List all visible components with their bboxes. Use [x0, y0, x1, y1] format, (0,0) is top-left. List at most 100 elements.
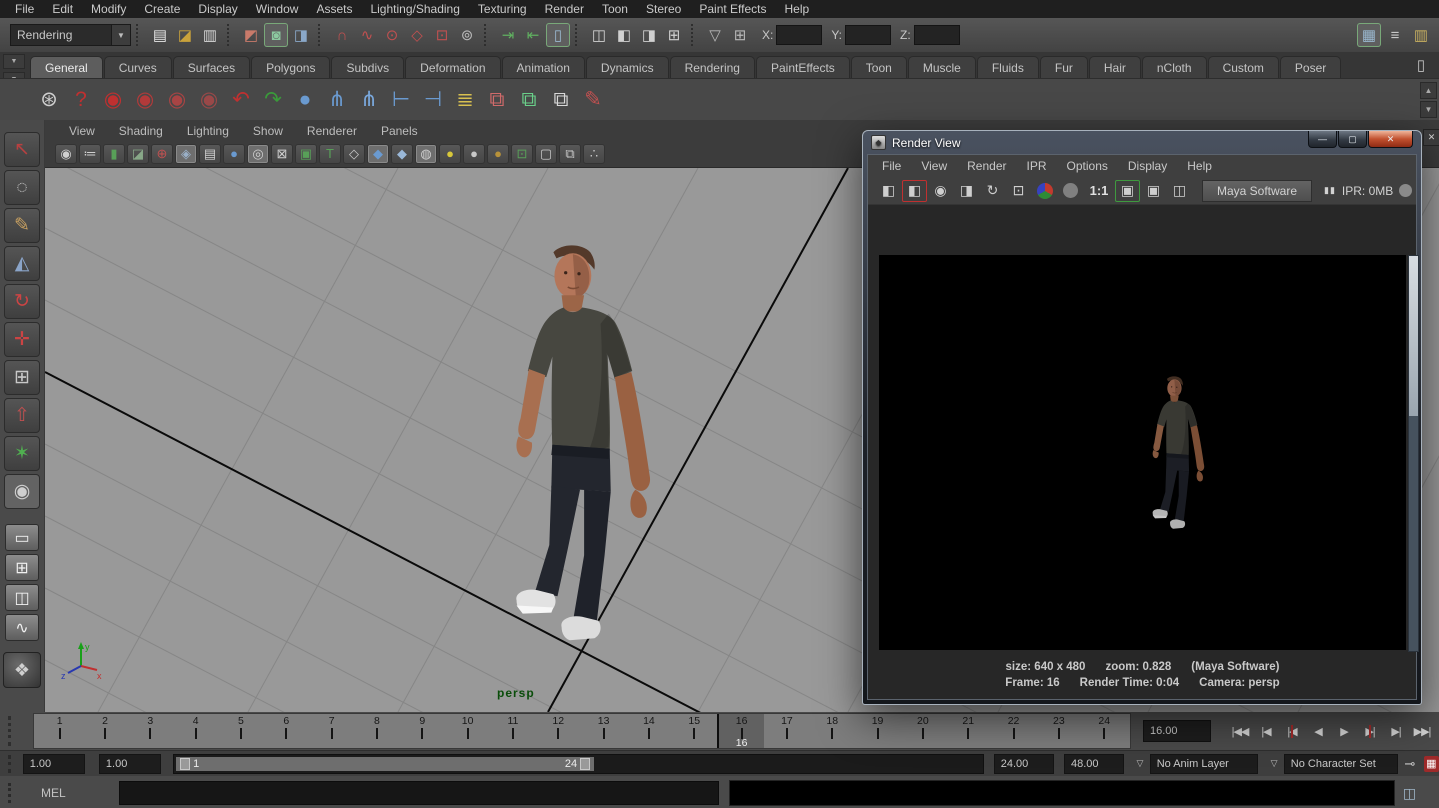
snap-to-view-planes-icon[interactable]: ⊡ — [430, 23, 454, 47]
shelf-options-icon[interactable]: ▼ — [3, 54, 25, 69]
render-view-menu-item[interactable]: File — [872, 159, 911, 173]
render-current-frame-button[interactable]: ◧ — [876, 180, 901, 202]
outliner-window-icon[interactable]: ≣ — [450, 84, 480, 116]
four-pane-layout-button[interactable]: ⊞ — [5, 554, 39, 581]
mel-input-field[interactable] — [119, 781, 719, 805]
close-button[interactable]: ✕ — [1368, 131, 1413, 148]
playback-end-field[interactable]: 24.00 — [994, 754, 1054, 774]
xray-icon[interactable]: ▢ — [535, 144, 557, 164]
frame-cell[interactable]: 17 — [764, 714, 809, 748]
lasso-tool[interactable]: ◌ — [4, 170, 40, 205]
play-forwards-button[interactable]: ▶ — [1331, 719, 1357, 743]
trash-icon[interactable]: ▯ — [1411, 55, 1431, 75]
soft-modification-tool[interactable]: ◭ — [4, 246, 40, 281]
camera-dolly-icon[interactable]: ◉ — [162, 84, 192, 116]
refresh-ipr-button[interactable]: ↻ — [980, 180, 1005, 202]
snap-to-points-icon[interactable]: ⊙ — [380, 23, 404, 47]
image-plane-icon[interactable]: ◪ — [127, 144, 149, 164]
isolate-select-icon[interactable]: ⊡ — [511, 144, 533, 164]
render-view-scrollbar[interactable] — [1408, 255, 1419, 652]
keep-image-button[interactable]: ▣ — [1115, 180, 1140, 202]
camera-track-icon[interactable]: ◉ — [130, 84, 160, 116]
ipr-render-button[interactable]: ◨ — [954, 180, 979, 202]
x-input[interactable] — [776, 25, 822, 45]
menu-item[interactable]: Window — [247, 0, 308, 18]
menu-item[interactable]: Edit — [43, 0, 82, 18]
redo-previous-render-button[interactable]: ◧ — [902, 180, 927, 202]
menu-item[interactable]: Paint Effects — [690, 0, 775, 18]
playback-start-field[interactable]: 1.00 — [99, 754, 161, 774]
menu-item[interactable]: Assets — [307, 0, 361, 18]
construction-history-icon[interactable]: ▯ — [546, 23, 570, 47]
frame-cell[interactable]: 19 — [855, 714, 900, 748]
drag-handle[interactable] — [8, 716, 33, 746]
field-chart-icon[interactable]: ⊠ — [271, 144, 293, 164]
ipr-render-icon[interactable]: ◨ — [637, 23, 661, 47]
menu-item[interactable]: Modify — [82, 0, 135, 18]
two-sided-lighting-icon[interactable]: ● — [487, 144, 509, 164]
new-scene-icon[interactable]: ▤ — [148, 23, 172, 47]
pause-ipr-icon[interactable]: ▮▮ — [1324, 185, 1336, 196]
toggle-tool-settings-icon[interactable]: ≡ — [1383, 23, 1407, 47]
gate-mask-icon[interactable]: ◎ — [247, 144, 269, 164]
group-icon[interactable]: ⋔ — [322, 84, 352, 116]
help-icon[interactable]: ? — [66, 84, 96, 116]
frame-cell[interactable]: 16 16 — [717, 714, 764, 748]
animation-start-field[interactable]: 1.00 — [23, 754, 85, 774]
paint-selection-tool[interactable]: ✎ — [4, 208, 40, 243]
single-pane-layout-button[interactable]: ▭ — [5, 524, 39, 551]
maximize-button[interactable]: ▢ — [1338, 131, 1367, 148]
persp-graph-layout-button[interactable]: ∿ — [5, 614, 39, 641]
menu-item[interactable]: Stereo — [637, 0, 690, 18]
frame-cell[interactable]: 8 — [354, 714, 399, 748]
move-tool[interactable]: ⇧ — [4, 398, 40, 433]
shelf-tab[interactable]: PaintEffects — [756, 56, 850, 78]
frame-cell[interactable]: 22 — [991, 714, 1036, 748]
open-render-view-icon[interactable]: ◫ — [587, 23, 611, 47]
step-back-frame-button[interactable]: |◀ — [1253, 719, 1279, 743]
render-view-menu-item[interactable]: View — [911, 159, 957, 173]
render-view-menu-item[interactable]: IPR — [1017, 159, 1057, 173]
duplicate-icon[interactable]: ⧉ — [482, 84, 512, 116]
viewport-menu-item[interactable]: Shading — [107, 124, 175, 138]
shelf-tab[interactable]: Fur — [1040, 56, 1088, 78]
delete-icon[interactable]: ● — [290, 84, 320, 116]
one-to-one-button[interactable]: 1:1 — [1084, 180, 1114, 202]
frame-cell[interactable]: 3 — [128, 714, 173, 748]
unparent-icon[interactable]: ⊣ — [418, 84, 448, 116]
scroll-up-icon[interactable]: ▲ — [1420, 82, 1437, 99]
wireframe-on-shaded-icon[interactable]: ◈ — [175, 144, 197, 164]
camera-attributes-icon[interactable]: ≔ — [79, 144, 101, 164]
frame-cell[interactable]: 11 — [490, 714, 535, 748]
input-connections-icon[interactable]: ⇥ — [496, 23, 520, 47]
frame-cell[interactable]: 13 — [581, 714, 626, 748]
frame-cell[interactable]: 14 — [626, 714, 671, 748]
pane-close-icon[interactable]: ✕ — [1423, 129, 1439, 146]
scene-preview-icon[interactable]: ⊛ — [34, 84, 64, 116]
shelf-tab[interactable]: Hair — [1089, 56, 1141, 78]
frame-cell[interactable]: 21 — [946, 714, 991, 748]
menu-item[interactable]: Help — [776, 0, 819, 18]
frame-cell[interactable]: 20 — [900, 714, 945, 748]
frame-cell[interactable]: 9 — [400, 714, 445, 748]
snap-to-grids-icon[interactable]: ∩ — [330, 23, 354, 47]
duplicate-special-icon[interactable]: ⧉ — [514, 84, 544, 116]
output-connections-icon[interactable]: ⇤ — [521, 23, 545, 47]
frame-cell[interactable]: 23 — [1036, 714, 1081, 748]
toggle-attribute-editor-icon[interactable]: ▦ — [1357, 23, 1381, 47]
frame-cell[interactable]: 18 — [810, 714, 855, 748]
menu-item[interactable]: Toon — [593, 0, 637, 18]
render-canvas[interactable] — [879, 255, 1406, 650]
shelf-tab[interactable]: Subdivs — [331, 56, 404, 78]
region-render-button[interactable]: ⊡ — [1006, 180, 1031, 202]
bookmark-icon[interactable]: ▮ — [103, 144, 125, 164]
frame-ruler[interactable]: 1 2 3 4 5 — [33, 713, 1131, 749]
frame-cell[interactable]: 2 — [82, 714, 127, 748]
resolution-gate-icon[interactable]: ● — [223, 144, 245, 164]
shelf-tab[interactable]: Poser — [1280, 56, 1341, 78]
menu-item[interactable]: Render — [536, 0, 593, 18]
range-end-handle[interactable] — [580, 758, 590, 770]
default-light-icon[interactable]: ● — [439, 144, 461, 164]
menu-item[interactable]: Texturing — [469, 0, 536, 18]
script-editor-icon[interactable]: ◫ — [1401, 784, 1418, 803]
